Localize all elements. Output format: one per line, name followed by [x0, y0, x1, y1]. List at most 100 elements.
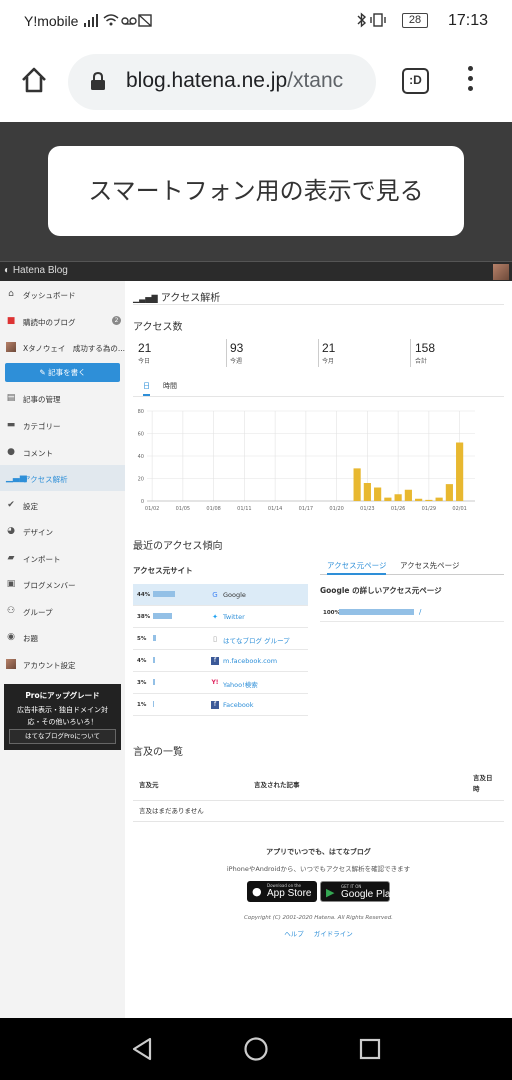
x-tick-label: 01/29: [422, 506, 436, 512]
y-tick-label: 20: [138, 477, 144, 483]
access-bar-chart: 0 20 40 60 80 01/02 01/05 01/08 01/11 01/14 01/17 0…: [138, 409, 475, 512]
google-icon: G: [212, 591, 218, 599]
mentions-title: 言及の一覧: [133, 747, 183, 758]
more-menu-icon[interactable]: [466, 66, 474, 96]
hatena-logo-text: Hatena Blog: [12, 265, 68, 276]
google-detail-row[interactable]: 100% /: [320, 604, 504, 622]
tab-source-pages[interactable]: アクセス元ページ: [327, 560, 387, 575]
address-bar[interactable]: blog.hatena.ne.jp/xtanc: [68, 54, 376, 110]
bar: [353, 468, 361, 501]
bar: [394, 494, 402, 501]
stat-label: 今週: [230, 358, 243, 365]
source-row[interactable]: 38% ✦ Twitter: [133, 606, 308, 628]
sidebar-item-label: 購読中のブログ: [23, 318, 76, 327]
sidebar-item-blog[interactable]: Xタノウェイ 成功する為の...: [0, 334, 125, 360]
sidebar-item-import[interactable]: ▰ インポート: [0, 545, 125, 571]
source-pct: 4%: [137, 658, 147, 664]
source-row[interactable]: 1% f Facebook: [133, 694, 308, 716]
source-row[interactable]: 4% f m.facebook.com: [133, 650, 308, 672]
sidebar-item-groups[interactable]: ⚇ グループ: [0, 598, 125, 624]
sources-title: アクセス元サイト: [133, 566, 193, 575]
google-play-button[interactable]: ▶ GET IT ON Google Play: [320, 881, 395, 902]
battery-icon: 28: [402, 13, 428, 28]
sidebar-item-categories[interactable]: ▬ カテゴリー: [0, 412, 125, 438]
page-icon: ▯: [213, 635, 217, 643]
hatena-header: ◐ Hatena Blog: [0, 261, 512, 281]
smartphone-view-button[interactable]: スマートフォン用の表示で見る: [48, 146, 464, 236]
app-store-button[interactable]: ● Download on the App Store: [247, 881, 317, 902]
hatena-logo[interactable]: ◐ Hatena Blog: [4, 265, 68, 276]
chart-icon: ▁▃▅: [6, 473, 27, 483]
source-name: Facebook: [223, 701, 254, 709]
sidebar-item-design[interactable]: ◕ デザイン: [0, 518, 125, 544]
sidebar-item-comments[interactable]: ● コメント: [0, 439, 125, 465]
stat-divider: [226, 339, 227, 367]
source-bar: [153, 679, 155, 685]
recents-icon[interactable]: [358, 1037, 382, 1061]
source-bar: [153, 613, 172, 619]
mentions-table-header: 言及元 言及された記事 言及日 時: [133, 766, 504, 801]
twitter-icon: ✦: [212, 613, 218, 621]
stat-divider: [410, 339, 411, 367]
tabs-button[interactable]: :D: [402, 68, 429, 94]
source-bar: [153, 701, 154, 707]
sidebar-item-label: 記事の管理: [23, 395, 61, 404]
sidebar-item-label: コメント: [23, 449, 53, 458]
guideline-link[interactable]: ガイドライン: [314, 930, 353, 938]
back-icon[interactable]: [130, 1036, 154, 1062]
sidebar-item-odai[interactable]: ◉ お題: [0, 624, 125, 650]
lock-icon: [91, 71, 105, 90]
bookmark-icon: ■: [6, 316, 16, 326]
stat-value: 93: [230, 341, 244, 355]
access-count-title: アクセス数: [133, 322, 183, 333]
pro-description: 広告非表示・独自ドメイン対 応・その他いろいろ！: [4, 704, 121, 728]
stat-label: 合計: [415, 358, 428, 365]
bar: [425, 499, 433, 501]
tab-destination-pages[interactable]: アクセス先ページ: [400, 560, 459, 571]
tab-hourly[interactable]: 時間: [163, 381, 177, 391]
help-link[interactable]: ヘルプ: [284, 930, 304, 938]
write-article-label: 記事を書く: [48, 368, 86, 377]
sidebar-item-label: デザイン: [23, 528, 53, 537]
sidebar-item-label: ダッシュボード: [23, 291, 76, 300]
home-icon: ⌂: [8, 289, 14, 299]
wrench-icon: ✔: [7, 500, 15, 510]
pro-about-button[interactable]: はてなブログProについて: [9, 729, 116, 744]
google-detail-link[interactable]: /: [419, 608, 421, 616]
sidebar-item-subscriptions[interactable]: ■ 購読中のブログ 2: [0, 308, 125, 334]
source-bar: [153, 635, 156, 641]
write-article-button[interactable]: ✎ 記事を書く: [5, 363, 120, 382]
bar: [456, 442, 464, 501]
sidebar-item-analytics[interactable]: ▁▃▅ アクセス解析: [0, 465, 125, 491]
odai-icon: ◉: [7, 632, 15, 642]
stat-divider: [318, 339, 319, 367]
footer-links: ヘルプ ガイドライン: [125, 928, 512, 938]
x-tick-label: 01/14: [268, 506, 282, 512]
sidebar-item-label: 設定: [23, 502, 38, 511]
x-tick-label: 02/01: [452, 506, 466, 512]
tab-daily[interactable]: 日: [143, 381, 150, 396]
sidebar-item-dashboard[interactable]: ⌂ ダッシュボード: [0, 281, 125, 307]
stat-label: 今月: [322, 358, 335, 365]
page-title: ▁▃▅▇ アクセス解析: [133, 289, 220, 304]
user-avatar[interactable]: [493, 264, 509, 280]
carrier-label: Y!mobile: [24, 13, 79, 29]
source-name: m.facebook.com: [223, 657, 278, 665]
sidebar-item-account[interactable]: アカウント設定: [0, 651, 125, 677]
page-title-text: アクセス解析: [160, 293, 221, 304]
browser-toolbar: blog.hatena.ne.jp/xtanc :D: [0, 42, 512, 122]
y-tick-label: 0: [141, 499, 144, 505]
source-row[interactable]: 44% G Google: [133, 584, 308, 606]
home-circle-icon[interactable]: [243, 1036, 269, 1062]
source-row[interactable]: 5% ▯ はてなブログ グループ: [133, 628, 308, 650]
sidebar-item-members[interactable]: ▣ ブログメンバー: [0, 571, 125, 597]
source-name: Google: [223, 591, 246, 599]
sidebar-item-label: カテゴリー: [23, 422, 61, 431]
source-bar: [153, 657, 155, 663]
sidebar-item-label: インポート: [23, 555, 61, 564]
sidebar-item-articles[interactable]: ▤ 記事の管理: [0, 385, 125, 411]
source-row[interactable]: 3% Y! Yahoo!検索: [133, 672, 308, 694]
sidebar-item-settings[interactable]: ✔ 設定: [0, 492, 125, 518]
home-icon[interactable]: [20, 66, 48, 94]
pro-upgrade-box: Proにアップグレード 広告非表示・独自ドメイン対 応・その他いろいろ！ はてなブ…: [4, 684, 121, 750]
